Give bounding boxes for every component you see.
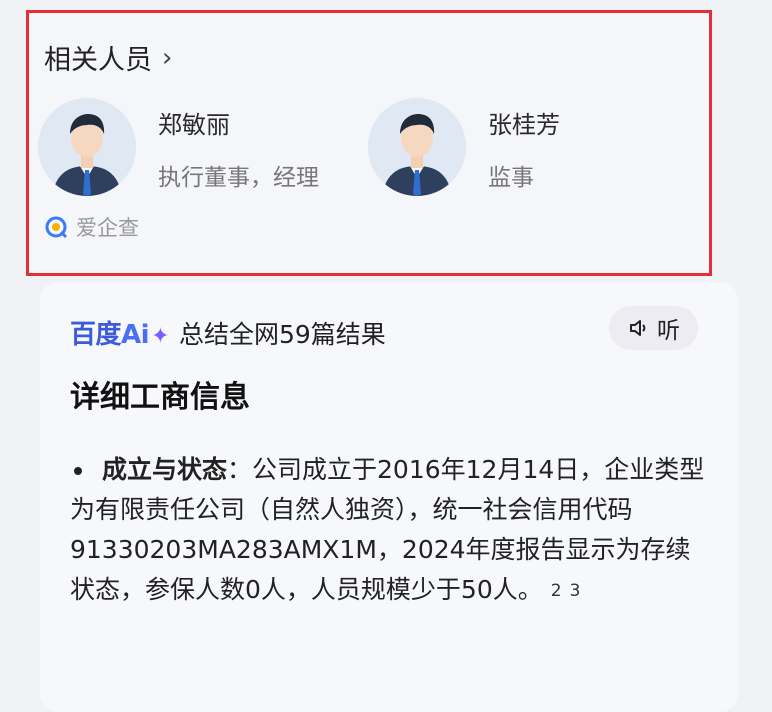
aiqicha-logo-icon [45, 216, 68, 239]
avatar [368, 98, 466, 196]
person-name: 张桂芳 [488, 110, 560, 139]
person-name: 郑敏丽 [158, 110, 230, 139]
chevron-right-icon: › [162, 42, 173, 73]
ai-summary-card: 百度Ai✦ 总结全网59篇结果 听 详细工商信息 成立与状态：公司成立于2016… [40, 282, 738, 712]
citation-link[interactable]: 3 [570, 581, 581, 601]
person-card[interactable]: 张桂芳 监事 [368, 98, 560, 196]
citation-link[interactable]: 2 [551, 581, 562, 601]
item-label: 成立与状态 [102, 455, 228, 484]
section-title: 相关人员 [44, 45, 152, 76]
bullet-icon [74, 467, 82, 475]
listen-label: 听 [657, 318, 680, 344]
person-role: 执行董事，经理 [158, 164, 319, 191]
list-item: 成立与状态：公司成立于2016年12月14日，企业类型为有限责任公司（自然人独资… [70, 450, 710, 611]
brand-ai: Ai [121, 320, 150, 350]
item-colon: ： [227, 455, 253, 484]
avatar [38, 98, 136, 196]
detail-title: 详细工商信息 [70, 380, 250, 415]
brand-prefix: 百度 [70, 320, 122, 350]
source-attribution[interactable]: 爱企查 [44, 212, 139, 242]
baidu-ai-logo: 百度Ai✦ [70, 314, 169, 351]
source-name: 爱企查 [76, 216, 139, 240]
related-people-header[interactable]: 相关人员 › [44, 38, 172, 77]
ai-summary-header: 百度Ai✦ 总结全网59篇结果 [70, 314, 386, 351]
speaker-icon [630, 320, 646, 336]
sparkle-icon: ✦ [151, 324, 169, 349]
listen-button[interactable]: 听 [609, 306, 698, 350]
summary-text: 总结全网59篇结果 [179, 319, 386, 349]
person-card[interactable]: 郑敏丽 执行董事，经理 [38, 98, 319, 196]
person-role: 监事 [488, 164, 534, 191]
